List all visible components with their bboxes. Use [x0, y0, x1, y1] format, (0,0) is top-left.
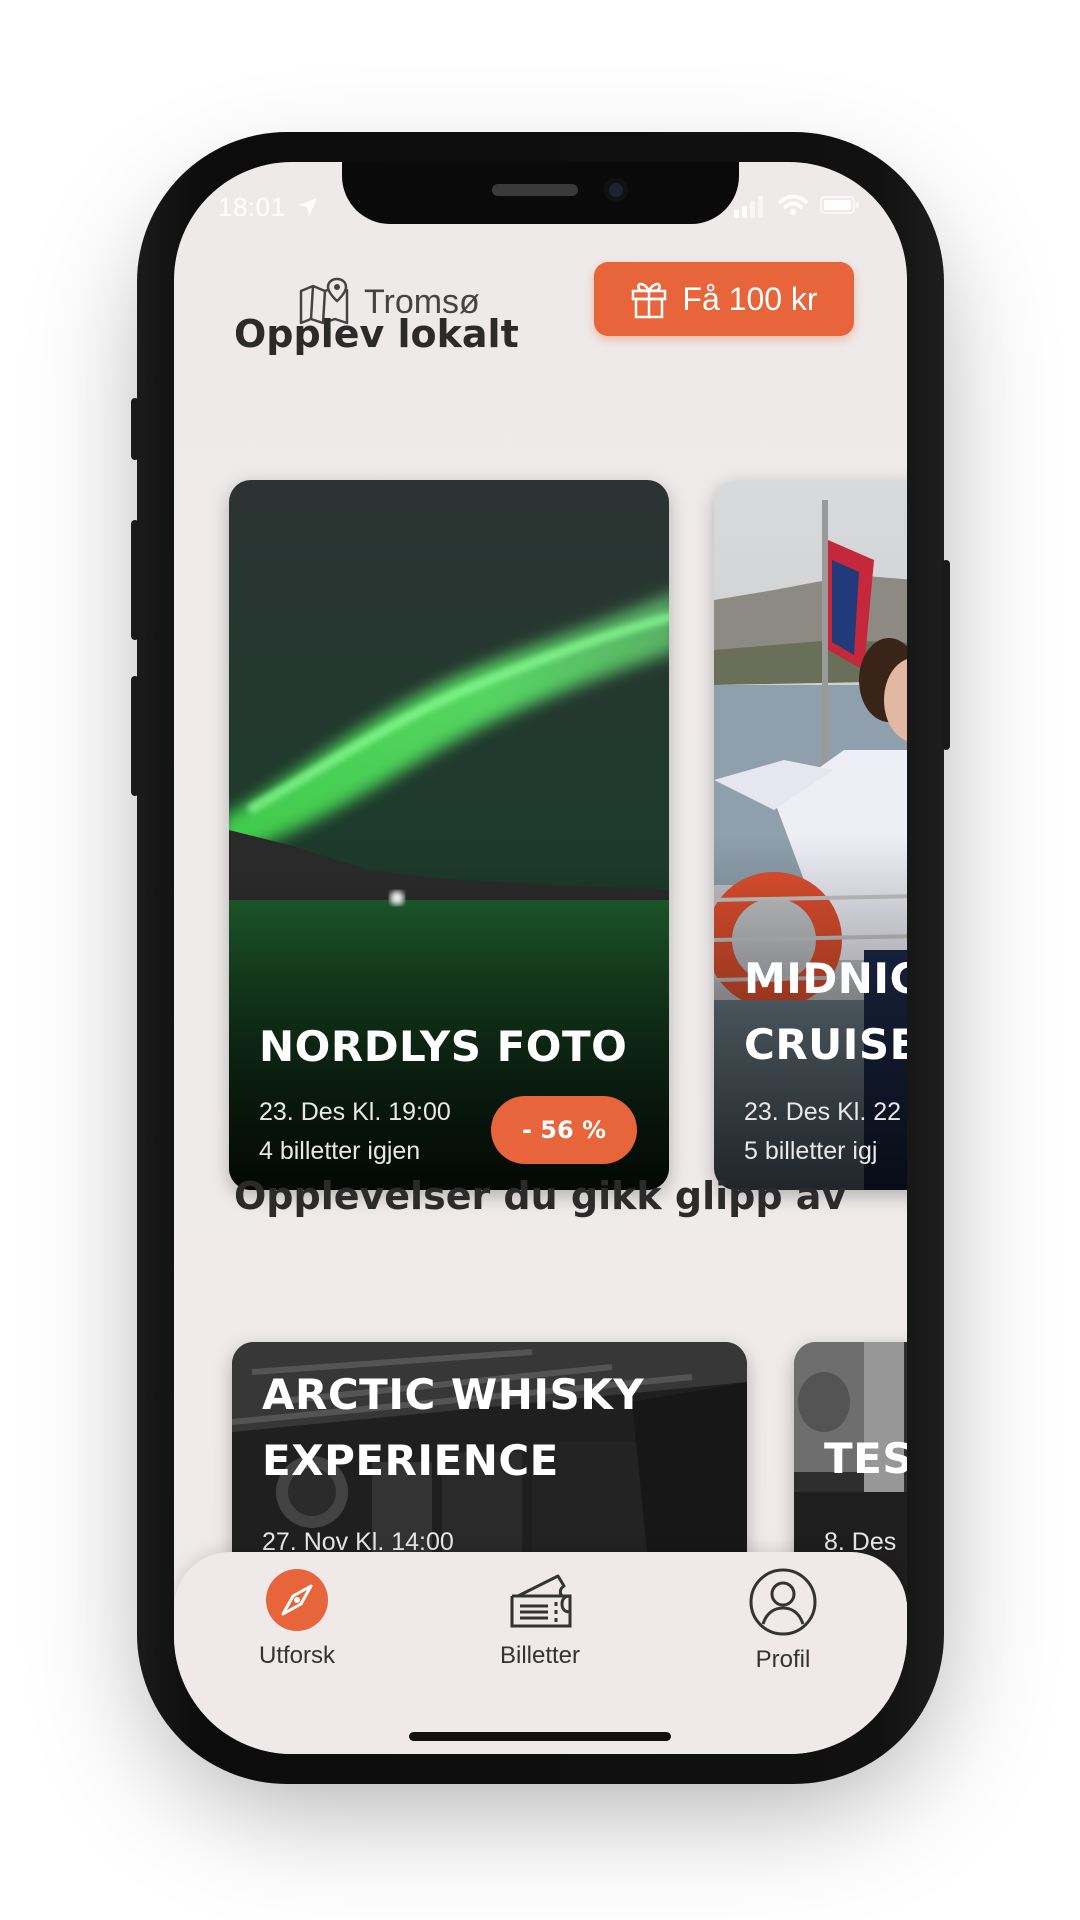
home-indicator[interactable] — [409, 1732, 671, 1741]
tab-utforsk[interactable]: Utforsk — [197, 1568, 397, 1670]
section-title-missed: Opplevelser du gikk glipp av — [234, 1174, 847, 1218]
bottom-tab-bar: Utforsk Billetter Profil — [174, 1552, 907, 1754]
event-title: MIDNIG CRUISE — [744, 954, 907, 1069]
stage: 18:01 Tromsø Få 100 kr Opplev lokalt NOR… — [0, 0, 1080, 1920]
tab-label: Billetter — [499, 1642, 581, 1669]
status-indicators — [734, 194, 874, 218]
tab-label: Utforsk — [258, 1642, 335, 1669]
tab-profil[interactable]: Profil — [683, 1568, 883, 1674]
event-tickets-left: 4 billetter igjen — [259, 1137, 421, 1165]
notch-speaker — [492, 184, 578, 196]
compass-icon — [266, 1569, 328, 1631]
wifi-icon — [778, 194, 808, 215]
ticket-icon — [510, 1574, 572, 1628]
signal-icon — [734, 196, 763, 218]
status-time: 18:01 — [218, 192, 319, 223]
missed-event-title: ARCTIC WHISKY EXPERIENCE — [262, 1370, 645, 1485]
event-card-midnight-cruise[interactable]: MIDNIG CRUISE 23. Des Kl. 22 5 billetter… — [714, 480, 907, 1190]
event-date: 23. Des Kl. 19:00 — [259, 1098, 451, 1126]
notch — [342, 162, 739, 224]
gift-icon — [632, 282, 667, 319]
event-tickets-left: 5 billetter igj — [744, 1137, 878, 1165]
side-button-mute — [131, 398, 139, 460]
phone-screen: 18:01 Tromsø Få 100 kr Opplev lokalt NOR… — [174, 162, 907, 1754]
side-button-power — [942, 560, 950, 750]
tab-billetter[interactable]: Billetter — [440, 1568, 640, 1670]
aurora-photo — [229, 480, 669, 1190]
promo-label: Få 100 kr — [682, 280, 818, 317]
side-button-volume-up — [131, 520, 139, 640]
status-time-text: 18:01 — [218, 192, 286, 222]
section-title-local: Opplev lokalt — [234, 312, 519, 356]
battery-icon — [820, 196, 859, 214]
location-arrow-icon — [299, 198, 318, 216]
event-title: NORDLYS FOTO — [259, 1022, 628, 1071]
side-button-volume-down — [131, 676, 139, 796]
profile-icon — [749, 1568, 817, 1636]
discount-badge: - 56 % — [491, 1096, 637, 1164]
missed-event-title: TES — [824, 1434, 907, 1483]
cruise-photo — [714, 480, 907, 1190]
event-card-nordlys[interactable]: NORDLYS FOTO 23. Des Kl. 19:00 4 billett… — [229, 480, 669, 1190]
tab-label: Profil — [755, 1646, 811, 1673]
referral-promo-button[interactable]: Få 100 kr — [594, 262, 854, 336]
front-camera — [604, 178, 628, 202]
event-date: 23. Des Kl. 22 — [744, 1098, 902, 1126]
